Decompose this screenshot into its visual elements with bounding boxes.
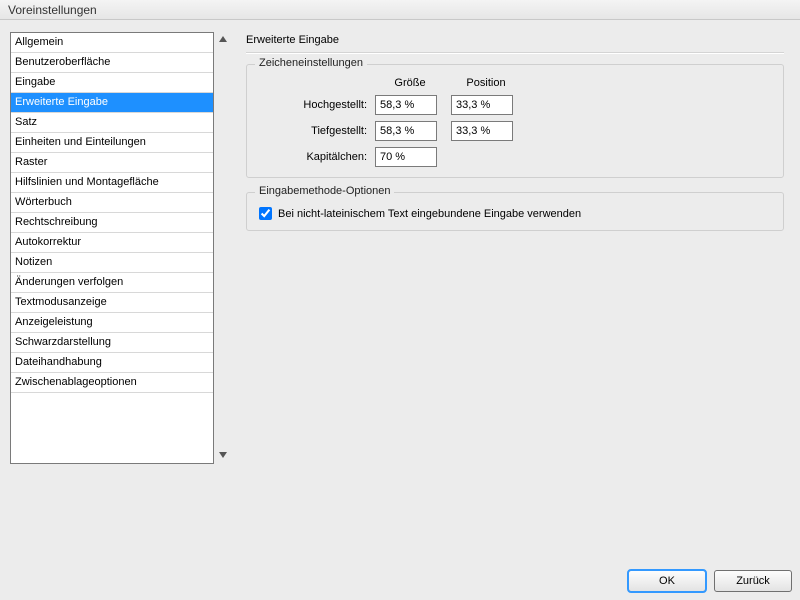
back-button[interactable]: Zurück — [714, 570, 792, 592]
sidebar-item-1[interactable]: Benutzeroberfläche — [11, 53, 213, 73]
sidebar-item-17[interactable]: Zwischenablageoptionen — [11, 373, 213, 393]
sidebar-item-5[interactable]: Einheiten und Einteilungen — [11, 133, 213, 153]
subscript-position-input[interactable] — [451, 121, 513, 141]
ok-button[interactable]: OK — [628, 570, 706, 592]
sidebar-item-7[interactable]: Hilfslinien und Montagefläche — [11, 173, 213, 193]
char-settings-group: Zeicheneinstellungen Größe Position Hoch… — [246, 64, 784, 178]
sidebar-item-16[interactable]: Dateihandhabung — [11, 353, 213, 373]
header-position: Position — [451, 77, 521, 89]
superscript-size-input[interactable] — [375, 95, 437, 115]
inline-input-label[interactable]: Bei nicht-lateinischem Text eingebundene… — [278, 208, 581, 220]
window-title: Voreinstellungen — [0, 0, 800, 20]
sidebar-item-6[interactable]: Raster — [11, 153, 213, 173]
sidebar-item-8[interactable]: Wörterbuch — [11, 193, 213, 213]
subscript-size-input[interactable] — [375, 121, 437, 141]
label-subscript: Tiefgestellt: — [259, 125, 369, 137]
scroll-up-icon[interactable] — [216, 32, 230, 46]
category-list[interactable]: AllgemeinBenutzeroberflächeEingabeErweit… — [10, 32, 214, 464]
sidebar-item-15[interactable]: Schwarzdarstellung — [11, 333, 213, 353]
sidebar-item-10[interactable]: Autokorrektur — [11, 233, 213, 253]
superscript-position-input[interactable] — [451, 95, 513, 115]
page-title: Erweiterte Eingabe — [246, 32, 784, 52]
sidebar-item-11[interactable]: Notizen — [11, 253, 213, 273]
sidebar-item-4[interactable]: Satz — [11, 113, 213, 133]
char-settings-label: Zeicheneinstellungen — [255, 57, 367, 69]
sidebar-item-9[interactable]: Rechtschreibung — [11, 213, 213, 233]
sidebar-item-12[interactable]: Änderungen verfolgen — [11, 273, 213, 293]
label-smallcaps: Kapitälchen: — [259, 151, 369, 163]
inline-input-checkbox[interactable] — [259, 207, 272, 220]
sidebar-item-14[interactable]: Anzeigeleistung — [11, 313, 213, 333]
header-size: Größe — [375, 77, 445, 89]
label-superscript: Hochgestellt: — [259, 99, 369, 111]
scroll-down-icon[interactable] — [216, 448, 230, 462]
ime-options-group: Eingabemethode-Optionen Bei nicht-latein… — [246, 192, 784, 231]
sidebar-item-0[interactable]: Allgemein — [11, 33, 213, 53]
sidebar-item-3[interactable]: Erweiterte Eingabe — [11, 93, 213, 113]
sidebar-item-13[interactable]: Textmodusanzeige — [11, 293, 213, 313]
ime-options-label: Eingabemethode-Optionen — [255, 185, 394, 197]
sidebar-item-2[interactable]: Eingabe — [11, 73, 213, 93]
smallcaps-size-input[interactable] — [375, 147, 437, 167]
